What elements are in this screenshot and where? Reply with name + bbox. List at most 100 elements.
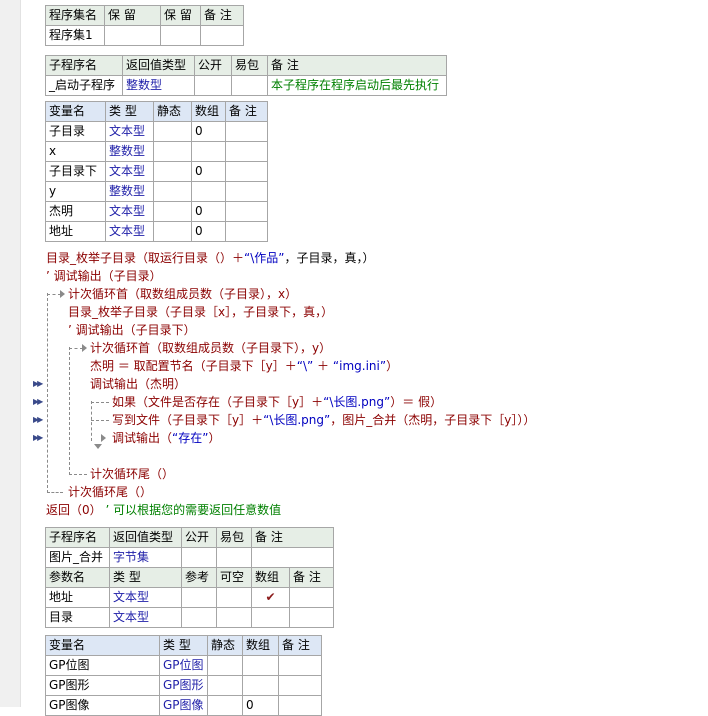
table-cell[interactable] [153,141,192,162]
table-cell[interactable] [181,587,217,608]
table-cell[interactable]: 0 [242,695,279,716]
variable-name-cell[interactable]: 杰明 [45,201,106,222]
table-row[interactable]: 子目录下 文本型 0 [45,161,268,182]
table-row[interactable]: 杰明 文本型 0 [45,201,268,222]
subroutine-name-cell[interactable]: _启动子程序 [45,75,123,96]
table-row[interactable]: GP图形 GP图形 [45,675,322,696]
table-cell[interactable] [231,75,268,96]
table-cell[interactable] [216,607,252,628]
type-cell[interactable]: 文本型 [105,121,154,142]
table-cell[interactable] [225,141,268,162]
line-marker-icon[interactable]: ▶▶ [33,434,43,442]
loop-end-line[interactable]: 计次循环尾（） [90,466,174,482]
table-cell[interactable] [207,655,243,676]
table-cell[interactable] [153,221,192,242]
table-row[interactable]: x 整数型 [45,141,268,162]
variable-name-cell[interactable]: 子目录 [45,121,106,142]
table-cell[interactable]: 0 [191,161,226,182]
comment-line[interactable]: ’ 调试输出（子目录） [46,268,162,284]
table-cell[interactable] [181,547,217,568]
type-cell[interactable]: 文本型 [109,587,182,608]
table-cell[interactable] [153,161,192,182]
loop-end-line[interactable]: 计次循环尾（） [68,484,152,500]
assembly-name-cell[interactable]: 程序集1 [45,25,105,46]
type-cell[interactable]: 整数型 [105,181,154,202]
code-line[interactable]: 调试输出（“存在”） [112,430,220,446]
code-line[interactable]: 目录_枚举子目录（子目录［x］，子目录下，真，） [68,304,333,320]
table-cell[interactable] [153,121,192,142]
table-row[interactable]: 地址 文本型 ✔ [45,587,335,608]
table-row[interactable]: 地址 文本型 0 [45,221,268,242]
subroutine-name-cell[interactable]: 图片_合并 [45,547,110,568]
table-cell[interactable] [160,25,201,46]
table-cell[interactable] [181,607,217,628]
code-line[interactable]: 写到文件（子目录下［y］＋“\长图.png”，图片_合并（杰明，子目录下［y］）… [112,412,535,428]
table-cell[interactable] [153,201,192,222]
table-cell[interactable] [225,161,268,182]
type-cell[interactable]: 文本型 [109,607,182,628]
table-row[interactable]: GP位图 GP位图 [45,655,322,676]
type-cell[interactable]: 文本型 [105,221,154,242]
table-cell[interactable] [191,181,226,202]
type-cell[interactable]: 文本型 [105,161,154,182]
type-cell[interactable]: 整数型 [105,141,154,162]
table-cell[interactable]: 0 [191,201,226,222]
table-cell[interactable] [104,25,161,46]
type-cell[interactable]: GP图形 [159,675,208,696]
param-name-cell[interactable]: 目录 [45,607,110,628]
table-cell[interactable] [207,695,243,716]
table-cell[interactable] [200,25,244,46]
table-row[interactable]: GP图像 GP图像 0 [45,695,322,716]
line-marker-icon[interactable]: ▶▶ [33,416,43,424]
table-row[interactable]: 子目录 文本型 0 [45,121,268,142]
table-cell[interactable] [191,141,226,162]
table-cell[interactable] [207,675,243,696]
line-marker-icon[interactable]: ▶▶ [33,398,43,406]
type-cell[interactable]: GP图像 [159,695,208,716]
table-cell[interactable] [278,695,322,716]
param-name-cell[interactable]: 地址 [45,587,110,608]
code-line[interactable]: 调试输出（杰明） [90,376,186,392]
return-line[interactable]: 返回（0） ’ 可以根据您的需要返回任意数值 [46,502,281,518]
table-cell[interactable] [216,587,252,608]
table-cell[interactable] [194,75,232,96]
table-cell[interactable]: 0 [191,121,226,142]
type-cell[interactable]: GP位图 [159,655,208,676]
table-cell[interactable] [250,547,335,568]
table-cell[interactable] [225,121,268,142]
table-cell[interactable] [242,655,279,676]
table-row[interactable]: 目录 文本型 [45,607,335,628]
table-cell[interactable] [288,607,335,628]
variable-name-cell[interactable]: y [45,181,106,202]
line-marker-icon[interactable]: ▶▶ [33,380,43,388]
table-cell[interactable] [251,607,290,628]
table-cell[interactable] [288,587,335,608]
variable-name-cell[interactable]: GP位图 [45,655,160,676]
array-checkmark-icon[interactable]: ✔ [251,587,290,608]
variable-name-cell[interactable]: GP图形 [45,675,160,696]
table-cell[interactable] [278,655,322,676]
comment-line[interactable]: ’ 调试输出（子目录下） [68,322,196,338]
code-line[interactable]: 目录_枚举子目录（取运行目录（）＋“\作品”，子目录，真，） [46,250,375,266]
return-type-cell[interactable]: 字节集 [109,547,182,568]
table-cell[interactable] [225,221,268,242]
return-type-cell[interactable]: 整数型 [122,75,195,96]
table-cell[interactable]: 0 [191,221,226,242]
loop-start-line[interactable]: 计次循环首（取数组成员数（子目录），x） [68,286,297,302]
variable-name-cell[interactable]: x [45,141,106,162]
table-cell[interactable] [216,547,252,568]
variable-name-cell[interactable]: 地址 [45,221,106,242]
code-line[interactable]: 杰明 ＝ 取配置节名（子目录下［y］＋“\” ＋ “img.ini”） [90,358,398,374]
table-row[interactable]: y 整数型 [45,181,268,202]
variable-name-cell[interactable]: GP图像 [45,695,160,716]
table-cell[interactable] [225,181,268,202]
note-cell[interactable]: 本子程序在程序启动后最先执行 [267,75,447,96]
variable-name-cell[interactable]: 子目录下 [45,161,106,182]
type-cell[interactable]: 文本型 [105,201,154,222]
table-cell[interactable] [153,181,192,202]
table-cell[interactable] [278,675,322,696]
if-line[interactable]: 如果（文件是否存在（子目录下［y］＋“\长图.png”）＝ 假） [112,394,442,410]
loop-start-line[interactable]: 计次循环首（取数组成员数（子目录下），y） [90,340,331,356]
table-cell[interactable] [242,675,279,696]
table-cell[interactable] [225,201,268,222]
